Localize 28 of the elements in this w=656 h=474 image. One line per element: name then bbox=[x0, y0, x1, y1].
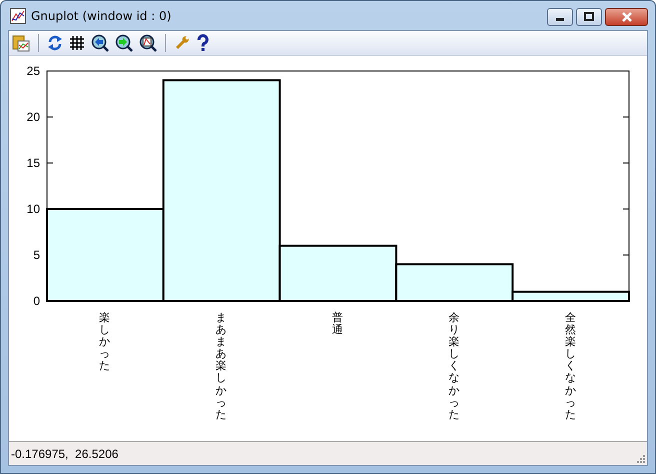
zoom-forward-icon[interactable] bbox=[115, 34, 133, 52]
minimize-button[interactable] bbox=[547, 8, 573, 26]
resize-grip-icon[interactable] bbox=[635, 453, 645, 463]
y-tick-label: 5 bbox=[33, 248, 40, 262]
y-tick-label: 25 bbox=[26, 64, 40, 78]
y-tick-label: 15 bbox=[26, 156, 40, 170]
refresh-icon[interactable] bbox=[47, 35, 63, 51]
close-icon bbox=[620, 12, 632, 22]
maximize-icon bbox=[584, 12, 594, 22]
help-icon[interactable] bbox=[196, 34, 210, 52]
zoom-fit-icon[interactable] bbox=[139, 34, 157, 52]
y-tick-label: 0 bbox=[33, 294, 40, 306]
window-title: Gnuplot (window id : 0) bbox=[31, 8, 172, 22]
y-tick-label: 20 bbox=[26, 110, 40, 124]
y-tick-label: 10 bbox=[26, 202, 40, 216]
clipboard-icon[interactable] bbox=[12, 34, 30, 52]
x-axis-label: 普通 bbox=[332, 312, 343, 336]
grid-icon[interactable] bbox=[69, 35, 85, 51]
status-text: -0.176975, 26.5206 bbox=[11, 446, 118, 460]
x-axis-label: まあまあ楽しかった bbox=[216, 312, 227, 421]
close-button[interactable] bbox=[605, 8, 648, 26]
zoom-back-icon[interactable] bbox=[91, 34, 109, 52]
x-axis-label: 全然楽しくなかった bbox=[564, 312, 576, 421]
x-axis-label: 余り楽しくなかった bbox=[448, 312, 460, 421]
chart-icon bbox=[10, 8, 26, 24]
x-axis-label: 楽しかった bbox=[99, 312, 110, 372]
maximize-button[interactable] bbox=[576, 8, 602, 26]
wrench-icon[interactable] bbox=[174, 35, 190, 51]
